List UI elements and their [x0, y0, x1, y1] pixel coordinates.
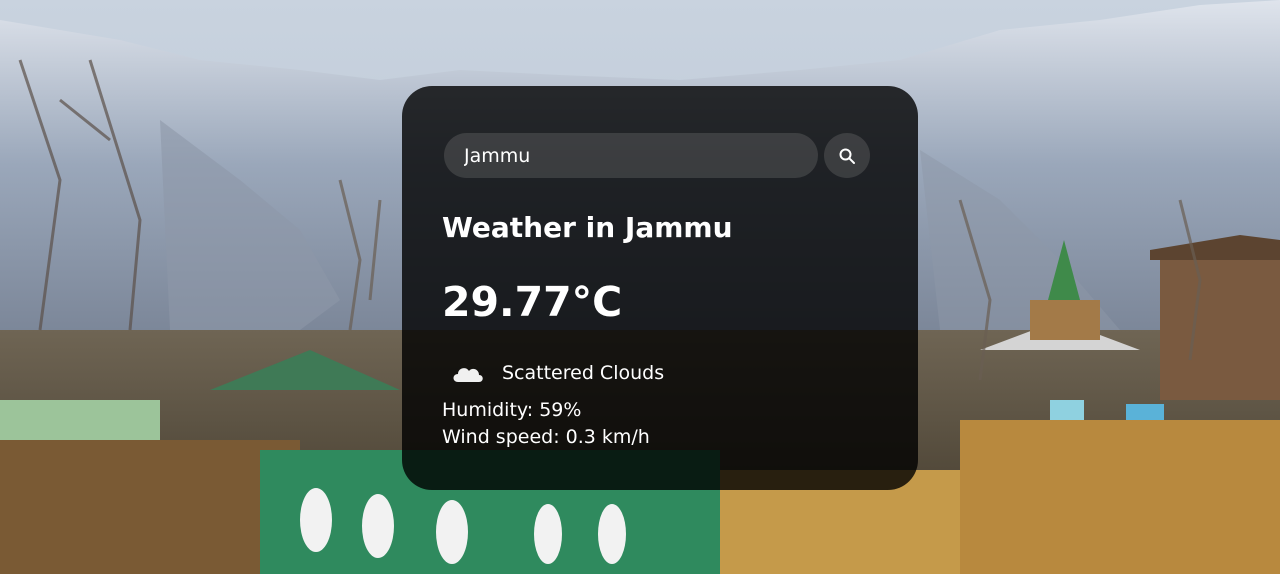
weather-description: Scattered Clouds	[502, 362, 665, 384]
weather-card: Weather in Jammu 29.77°C Scattered Cloud…	[402, 86, 918, 490]
search-input[interactable]	[444, 133, 818, 178]
temperature-value: 29.77°C	[442, 278, 623, 326]
wind-speed-value: Wind speed: 0.3 km/h	[442, 426, 650, 448]
search-bar	[444, 133, 870, 178]
weather-heading: Weather in Jammu	[442, 211, 733, 244]
search-button[interactable]	[824, 133, 870, 178]
cloud-icon	[453, 368, 483, 382]
humidity-value: Humidity: 59%	[442, 399, 582, 421]
search-icon	[839, 148, 855, 164]
weather-condition: Scattered Clouds	[448, 358, 664, 388]
